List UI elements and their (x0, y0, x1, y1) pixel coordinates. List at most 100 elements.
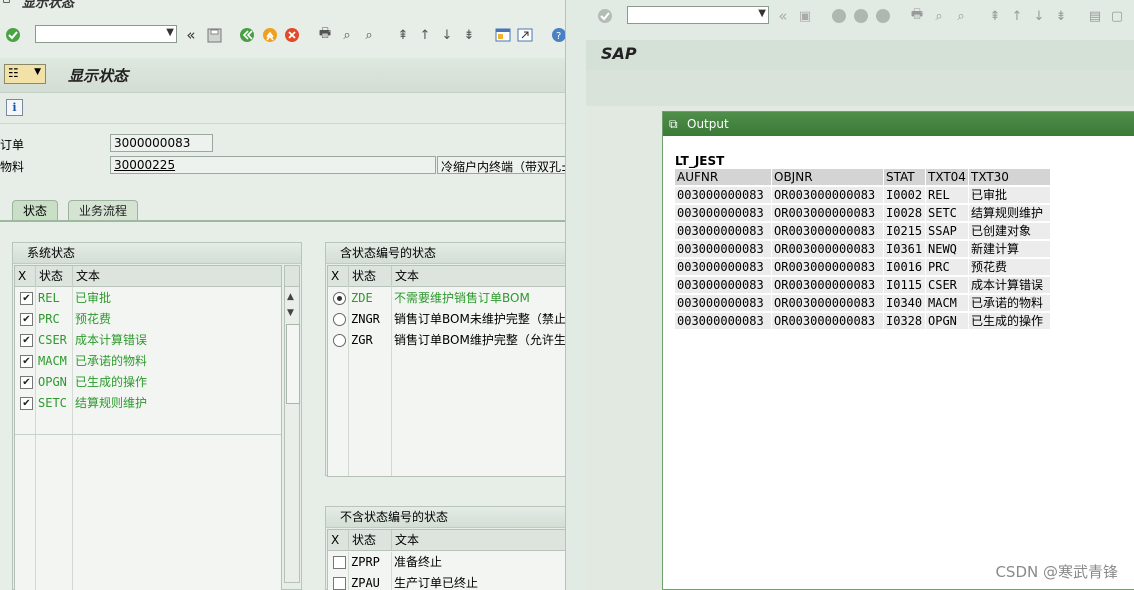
tab-strip: 状态 业务流程 (0, 200, 565, 222)
cell-txt04: MACM (926, 295, 968, 311)
column-header[interactable]: 文本 (392, 266, 565, 286)
status-code: ZNGR (349, 309, 392, 330)
enter-icon[interactable] (4, 26, 22, 44)
table-row[interactable]: ZNGR 销售订单BOM未维护完整（禁止生 (328, 309, 565, 330)
first-page-icon[interactable]: ⇞ (394, 26, 412, 44)
command-field[interactable]: ▼ (627, 6, 769, 24)
shortcut-icon[interactable]: ▢ (1108, 7, 1126, 25)
status-without-number-title: 不含状态编号的状态 (326, 507, 565, 528)
menu-button[interactable]: ☷ ▼ (4, 64, 46, 84)
collapse-icon[interactable]: « (182, 26, 200, 44)
help-icon[interactable]: ? (550, 26, 565, 44)
radio-button[interactable] (333, 292, 346, 305)
application-toolbar (586, 70, 1134, 107)
collapse-icon[interactable]: « (774, 7, 792, 25)
status-text: 结算规则维护 (75, 396, 148, 410)
tab-status[interactable]: 状态 (12, 200, 59, 222)
order-field[interactable]: 3000000083 (110, 134, 213, 152)
vertical-scrollbar[interactable]: ▲ ▼ (284, 265, 300, 583)
cell-txt04: PRC (926, 259, 968, 275)
material-description-field: 冷缩户内终端（带双孔± (437, 156, 565, 174)
status-code: SETC (36, 393, 73, 414)
row-divider (15, 434, 281, 435)
print-icon[interactable]: 🖶 (908, 7, 926, 25)
table-row[interactable]: ZDE 不需要维护销售订单BOM (328, 288, 565, 309)
cell-stat: I0002 (884, 187, 925, 203)
order-label: 订单 (0, 138, 25, 152)
previous-page-icon[interactable]: ↑ (1008, 7, 1026, 25)
tab-business-process[interactable]: 业务流程 (68, 200, 139, 222)
material-field[interactable]: 30000225 (110, 156, 436, 174)
column-header[interactable]: 文本 (73, 266, 281, 286)
checkbox[interactable] (333, 577, 346, 590)
chevron-down-icon[interactable]: ▼ (758, 8, 766, 19)
display-status-window: ▫ 显示状态 ▼ « 🖶 ⌕ ⌕ ⇞ ↑ ↓ ⇟ (0, 0, 565, 590)
title-bar: SAP (586, 40, 1134, 70)
previous-page-icon[interactable]: ↑ (416, 26, 434, 44)
status-text: 销售订单BOM维护完整（允许生产 (394, 333, 565, 347)
save-icon[interactable] (205, 26, 223, 44)
shortcut-icon[interactable] (516, 26, 534, 44)
create-session-icon[interactable] (494, 26, 512, 44)
dialog-title: Output (687, 117, 729, 131)
last-page-icon[interactable]: ⇟ (1052, 7, 1070, 25)
table-row[interactable]: ZPRP 准备终止 (328, 552, 565, 573)
first-page-icon[interactable]: ⇞ (986, 7, 1004, 25)
dialog-titlebar[interactable]: ⧉ Output (663, 112, 1134, 136)
find-next-icon[interactable]: ⌕ (360, 26, 378, 44)
column-header[interactable]: 状态 (36, 266, 73, 286)
find-icon[interactable]: ⌕ (930, 7, 948, 25)
table-row[interactable]: ✔ CSER 成本计算错误 (15, 330, 281, 351)
next-page-icon[interactable]: ↓ (1030, 7, 1048, 25)
cancel-icon[interactable] (874, 7, 892, 25)
back-icon[interactable] (830, 7, 848, 25)
print-icon[interactable]: 🖶 (316, 26, 334, 44)
cell-aufnr: 003000000083 (675, 313, 771, 329)
cancel-icon[interactable] (283, 26, 301, 44)
cell-txt04: REL (926, 187, 968, 203)
back-icon[interactable] (238, 26, 256, 44)
column-header[interactable]: X (15, 266, 36, 286)
scroll-down-icon[interactable]: ▼ (287, 308, 294, 318)
enter-icon[interactable] (596, 7, 614, 25)
column-header[interactable]: 状态 (349, 530, 392, 550)
status-without-number-table: X 状态 文本 ZPRP 准备终止 ZPAU 生产订单已终止 (327, 529, 565, 590)
checkbox[interactable]: ✔ (20, 355, 33, 368)
table-row[interactable]: ✔ PRC 预花费 (15, 309, 281, 330)
checkbox[interactable] (333, 556, 346, 569)
table-row[interactable]: ✔ MACM 已承诺的物料 (15, 351, 281, 372)
chevron-down-icon[interactable]: ▼ (166, 27, 174, 38)
system-toolbar: ▼ « 🖶 ⌕ ⌕ ⇞ ↑ ↓ ⇟ ? (0, 22, 565, 50)
next-page-icon[interactable]: ↓ (438, 26, 456, 44)
last-page-icon[interactable]: ⇟ (460, 26, 478, 44)
checkbox[interactable]: ✔ (20, 397, 33, 410)
column-header[interactable]: X (328, 266, 349, 286)
checkbox[interactable]: ✔ (20, 313, 33, 326)
checkbox[interactable]: ✔ (20, 334, 33, 347)
radio-button[interactable] (333, 313, 346, 326)
column-header[interactable]: X (328, 530, 349, 550)
tab-divider (0, 220, 565, 222)
find-icon[interactable]: ⌕ (338, 26, 356, 44)
exit-icon[interactable] (852, 7, 870, 25)
command-field[interactable]: ▼ (35, 25, 177, 43)
info-icon[interactable]: i (6, 99, 23, 116)
find-next-icon[interactable]: ⌕ (952, 7, 970, 25)
table-row[interactable]: ZPAU 生产订单已终止 (328, 573, 565, 590)
checkbox[interactable]: ✔ (20, 376, 33, 389)
scroll-up-icon[interactable]: ▲ (287, 292, 294, 302)
table-row[interactable]: ✔ OPGN 已生成的操作 (15, 372, 281, 393)
scroll-thumb[interactable] (286, 324, 300, 404)
radio-button[interactable] (333, 334, 346, 347)
table-row[interactable]: ✔ SETC 结算规则维护 (15, 393, 281, 414)
column-header[interactable]: 状态 (349, 266, 392, 286)
table-row[interactable]: ✔ REL 已审批 (15, 288, 281, 309)
create-session-icon[interactable]: ▤ (1086, 7, 1104, 25)
cell-txt30: 已创建对象 (969, 223, 1050, 239)
column-header[interactable]: 文本 (392, 530, 565, 550)
save-icon[interactable]: ▣ (796, 7, 814, 25)
cell-aufnr: 003000000083 (675, 295, 771, 311)
table-row[interactable]: ZGR 销售订单BOM维护完整（允许生产 (328, 330, 565, 351)
checkbox[interactable]: ✔ (20, 292, 33, 305)
exit-icon[interactable] (261, 26, 279, 44)
